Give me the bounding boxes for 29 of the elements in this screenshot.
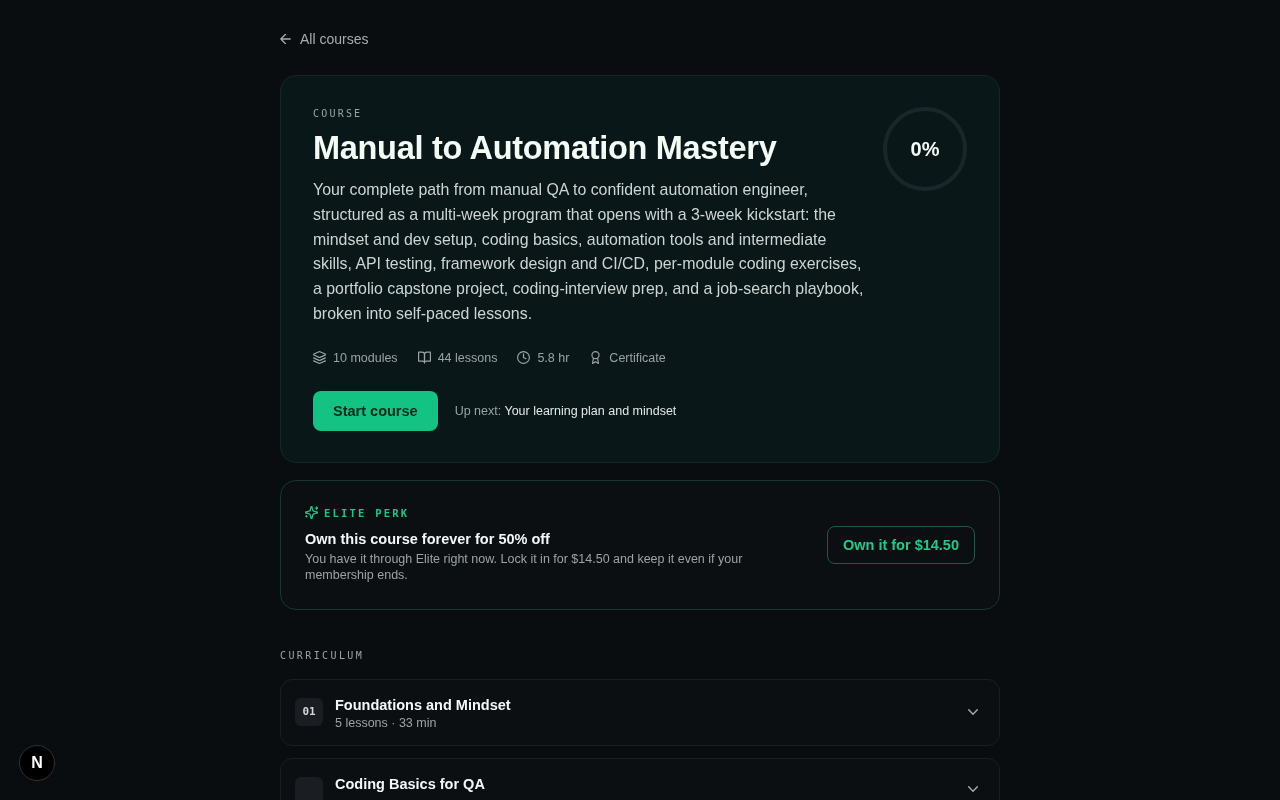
layers-icon xyxy=(313,351,326,365)
module-number: 01 xyxy=(295,697,323,726)
stat-label: 44 lessons xyxy=(437,349,498,367)
module-row[interactable]: Coding Basics for QA xyxy=(280,757,1000,800)
stat-label: Certificate xyxy=(609,349,666,367)
module-meta: 5 lessons · 33 min xyxy=(335,714,438,731)
up-next-text: Up next: Your learning plan and mindset xyxy=(454,403,677,418)
own-course-button[interactable]: Own it for $14.50 xyxy=(826,525,975,564)
stat-label: 5.8 hr xyxy=(537,349,570,367)
award-ribbon-icon xyxy=(589,351,603,365)
start-course-button[interactable]: Start course xyxy=(313,390,438,431)
progress-percent: 0% xyxy=(910,137,940,161)
module-title: Foundations and Mindset xyxy=(335,695,512,714)
perk-eyebrow: ELITE PERK xyxy=(324,505,410,520)
stat-label: 10 modules xyxy=(333,349,398,367)
module-title: Coding Basics for QA xyxy=(335,774,486,793)
back-link[interactable]: All courses xyxy=(280,30,369,48)
clock-icon xyxy=(517,351,531,365)
module-row[interactable]: 01 Foundations and Mindset 5 lessons · 33 min xyxy=(280,678,1000,746)
perk-title: Own this course forever for 50% off xyxy=(305,529,551,548)
course-eyebrow: COURSE xyxy=(313,107,364,121)
open-book-icon xyxy=(417,351,431,365)
curriculum-heading: CURRICULUM xyxy=(280,648,366,663)
sparkles-icon xyxy=(305,506,318,520)
course-title: Manual to Automation Mastery xyxy=(313,129,778,167)
arrow-left-icon xyxy=(280,34,291,44)
dev-tools-button[interactable]: N xyxy=(19,745,55,781)
perk-description: You have it through Elite right now. Lock it in for $14.50 and keep it even if your membership ends. xyxy=(305,550,744,584)
course-description: Your complete path from manual QA to confident automation engineer, structured as a multi-week program that opens with a 3-week kickstart: the mindset and dev setup, coding basics, automation tools and intermediate skills, API testing, framework design and CI/CD, per-module coding exercises, a portfolio capstone project, coding-interview prep, and a job-search playbook, broken into self-paced lessons. xyxy=(313,180,865,324)
